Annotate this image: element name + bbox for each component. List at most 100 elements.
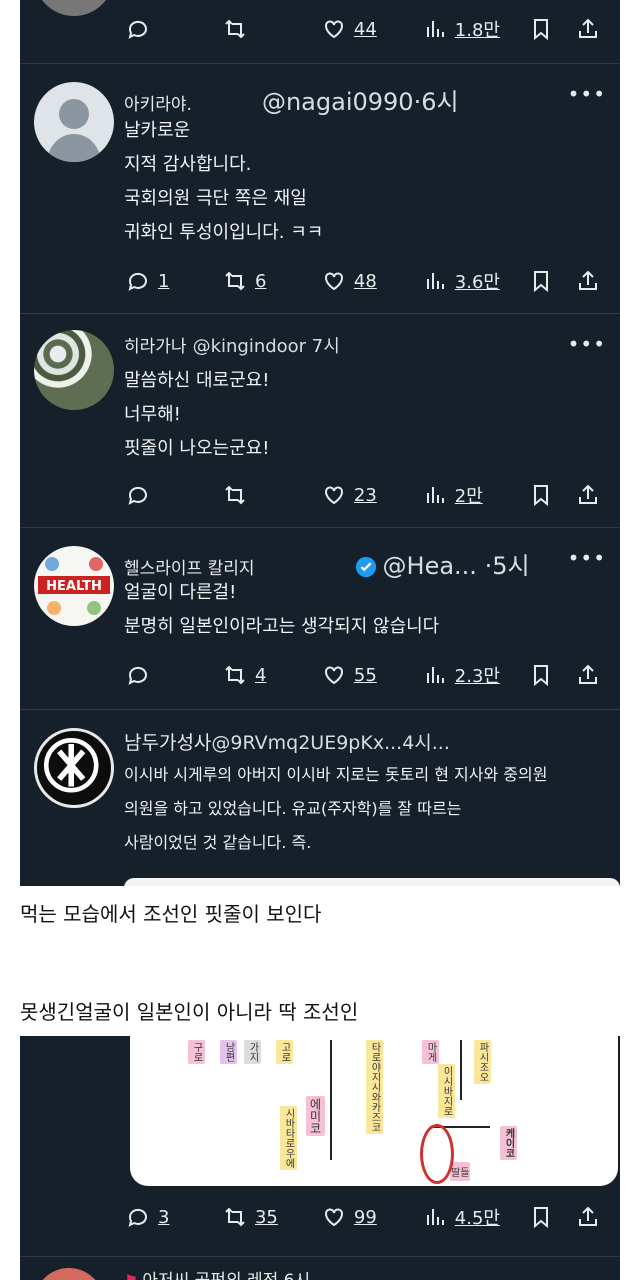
more-icon[interactable]: •••: [568, 82, 606, 106]
action-bar: 1 6 48 3.6만: [126, 266, 608, 296]
like-button[interactable]: 23: [322, 483, 423, 507]
tweet-with-diagram[interactable]: 구로 남편 가지 고로 에미코 시바타로우에 타로야지시와카즈코 마게 파시조오…: [20, 1036, 620, 1280]
divider: [20, 1256, 620, 1257]
tweet-header: 히라가나 @kingindoor 7시: [124, 332, 610, 358]
diagram-label: 이시바지로: [438, 1064, 455, 1118]
tweet-header: 남두가성사 @9RVmq2UE9pKx...4시...: [124, 728, 610, 755]
diagram-label: 에미코: [306, 1096, 325, 1136]
share-button[interactable]: [576, 17, 608, 41]
family-tree-image[interactable]: 구로 남편 가지 고로 에미코 시바타로우에 타로야지시와카즈코 마게 파시조오…: [130, 1036, 618, 1186]
reply-button[interactable]: [126, 17, 223, 41]
bookmark-icon: [534, 1207, 549, 1229]
views-button[interactable]: 3.6만: [423, 268, 530, 294]
reply-button[interactable]: 1: [126, 269, 223, 293]
views-button[interactable]: 2.3만: [423, 662, 530, 688]
tweet[interactable]: HEALTH 헬스라이프 칼리지 @Hea... ·5시 ••• 얼굴이 다른걸…: [20, 528, 620, 710]
avatar[interactable]: [34, 82, 114, 162]
bookmark-button[interactable]: [529, 483, 576, 507]
like-button[interactable]: 99: [322, 1205, 423, 1229]
tweet-partial[interactable]: 44 1.8만: [20, 0, 620, 64]
diagram-label: 파시조오: [474, 1040, 491, 1084]
health-avatar[interactable]: HEALTH: [34, 546, 114, 626]
tweet-text: 얼굴이 다른걸! 분명히 일본인이라고는 생각되지 않습니다: [124, 582, 440, 637]
share-icon: [579, 484, 597, 504]
tree-line: [460, 1040, 462, 1100]
flag-icon: ⚑: [124, 1271, 138, 1280]
diagram-label: 고로: [276, 1040, 293, 1064]
action-bar: 3 35 99 4.5만: [126, 1202, 608, 1232]
diagram-label: 마게: [422, 1040, 439, 1064]
display-name[interactable]: 아키라야.: [124, 90, 192, 115]
bookmark-icon: [534, 485, 549, 507]
highlight-oval: [420, 1124, 454, 1184]
page: 44 1.8만 아키라야. @nagai0990·6시 ••• 날카로운 지적 …: [0, 0, 640, 1280]
retweet-button[interactable]: 35: [223, 1205, 322, 1229]
retweet-button[interactable]: 4: [223, 663, 322, 687]
verified-badge-icon: [355, 556, 376, 578]
bookmark-icon: [534, 271, 549, 293]
reply-icon: [128, 486, 147, 505]
views-icon: [426, 273, 444, 289]
bookmark-button[interactable]: [529, 1205, 576, 1229]
share-button[interactable]: [576, 663, 608, 687]
svg-text:HEALTH: HEALTH: [46, 579, 102, 594]
handle-time[interactable]: @nagai0990·6시: [262, 82, 459, 117]
reply-icon: [128, 1208, 147, 1227]
views-icon: [426, 667, 444, 683]
heart-icon: [324, 20, 343, 39]
display-name[interactable]: 아저씨 곰펀의 레전 6시: [142, 1266, 310, 1280]
views-button[interactable]: 1.8만: [423, 16, 530, 42]
bookmark-button[interactable]: [529, 17, 576, 41]
flower-avatar[interactable]: [34, 330, 114, 410]
share-button[interactable]: [576, 1205, 608, 1229]
share-icon: [579, 270, 597, 290]
tweet[interactable]: 아키라야. @nagai0990·6시 ••• 날카로운 지적 감사합니다. 국…: [20, 64, 620, 314]
reply-button[interactable]: 3: [126, 1205, 223, 1229]
bookmark-button[interactable]: [529, 663, 576, 687]
display-name[interactable]: 히라가나: [124, 332, 187, 357]
handle-time[interactable]: @9RVmq2UE9pKx...4시...: [211, 728, 449, 755]
like-button[interactable]: 48: [322, 269, 423, 293]
health-logo: HEALTH: [38, 557, 110, 615]
diagram-label: 구로: [188, 1040, 205, 1064]
views-button[interactable]: 4.5만: [423, 1204, 530, 1230]
retweet-button[interactable]: [223, 17, 322, 41]
like-button[interactable]: 44: [322, 17, 423, 41]
diagram-label: 남편: [220, 1040, 237, 1064]
heart-icon: [324, 666, 343, 685]
display-name[interactable]: 남두가성사: [124, 728, 211, 755]
bookmark-button[interactable]: [529, 269, 576, 293]
caption-1: 먹는 모습에서 조선인 핏줄이 보인다: [20, 902, 322, 926]
action-bar: 23 2만: [126, 480, 608, 510]
share-icon: [579, 664, 597, 684]
more-icon[interactable]: •••: [568, 332, 606, 356]
retweet-icon: [225, 665, 245, 685]
retweet-button[interactable]: 6: [223, 269, 322, 293]
tweet-header: 아키라야. @nagai0990·6시: [124, 82, 610, 117]
diagram-label: 가지: [244, 1040, 261, 1064]
views-button[interactable]: 2만: [423, 482, 530, 508]
avatar[interactable]: [34, 1268, 104, 1280]
diagram-label: 시바타로우에: [280, 1106, 297, 1170]
heart-icon: [324, 1208, 343, 1227]
retweet-button[interactable]: [223, 483, 322, 507]
tweet-feed[interactable]: 44 1.8만 아키라야. @nagai0990·6시 ••• 날카로운 지적 …: [20, 0, 620, 886]
share-button[interactable]: [576, 269, 608, 293]
handle-time[interactable]: @kingindoor 7시: [193, 332, 340, 358]
tweet[interactable]: 남두가성사 @9RVmq2UE9pKx...4시... 이시바 시게루의 아버지…: [20, 710, 620, 886]
heart-icon: [324, 272, 343, 291]
action-bar: 44 1.8만: [126, 14, 608, 44]
more-icon[interactable]: •••: [568, 546, 606, 570]
like-button[interactable]: 55: [322, 663, 423, 687]
reply-button[interactable]: [126, 663, 223, 687]
share-button[interactable]: [576, 483, 608, 507]
tweet-text: 이시바 시게루의 아버지 이시바 지로는 돗토리 현 지사와 중의원 의원을 하…: [124, 765, 548, 852]
avatar[interactable]: [34, 0, 114, 16]
share-icon: [579, 1206, 597, 1226]
tweet[interactable]: 히라가나 @kingindoor 7시 ••• 말씀하신 대로군요! 너무해! …: [20, 314, 620, 528]
crest-avatar[interactable]: [34, 728, 114, 808]
share-icon: [579, 18, 597, 38]
reply-button[interactable]: [126, 483, 223, 507]
retweet-icon: [225, 271, 245, 291]
bookmark-icon: [534, 665, 549, 687]
